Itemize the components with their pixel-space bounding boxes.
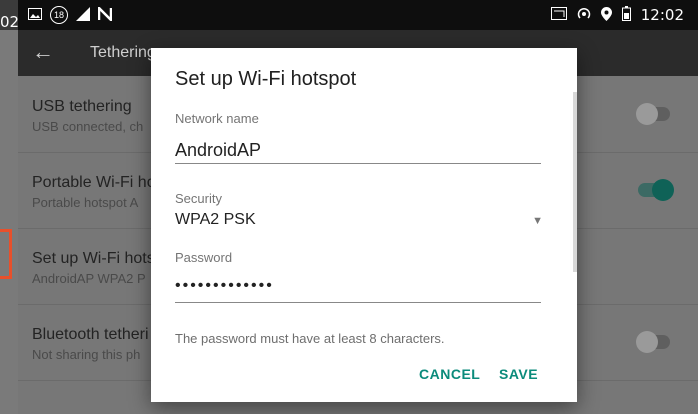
status-bar: 18 12:02 xyxy=(18,0,698,30)
wifi-hotspot-toggle[interactable] xyxy=(638,179,674,201)
previous-clock-fragment: 02 xyxy=(0,13,20,31)
toggle-knob xyxy=(636,103,658,125)
security-select[interactable]: WPA2 PSK xyxy=(175,211,256,229)
android-screen: 18 12:02 ← Tethering USB tethering USB c… xyxy=(18,0,698,414)
dialog-scrollbar[interactable] xyxy=(573,92,577,272)
chevron-down-icon[interactable]: ▼ xyxy=(532,215,543,227)
status-clock: 12:02 xyxy=(640,6,684,24)
cast-icon xyxy=(550,7,567,23)
wifi-hotspot-dialog: Set up Wi-Fi hotspot Network name Androi… xyxy=(151,48,577,402)
list-item-subtitle: USB connected, ch xyxy=(32,119,144,134)
list-item-title: Set up Wi-Fi hots xyxy=(32,250,155,267)
list-item-title: Portable Wi-Fi ho xyxy=(32,174,156,191)
location-icon xyxy=(600,6,612,24)
status-icons-right: 12:02 xyxy=(550,6,684,24)
previous-screen-panel xyxy=(0,30,18,414)
back-arrow-icon[interactable]: ← xyxy=(32,39,54,65)
list-item-title: USB tethering xyxy=(32,98,132,115)
cancel-button[interactable]: CANCEL xyxy=(419,366,480,382)
usb-tethering-toggle[interactable] xyxy=(636,103,670,125)
gallery-icon xyxy=(28,7,42,23)
dialog-title: Set up Wi-Fi hotspot xyxy=(175,68,357,90)
toggle-knob xyxy=(652,179,674,201)
status-icons-left: 18 xyxy=(28,4,113,24)
list-item-subtitle: Not sharing this ph xyxy=(32,347,141,362)
network-name-label: Network name xyxy=(175,111,259,126)
list-item-subtitle: AndroidAP WPA2 P xyxy=(32,271,146,286)
network-name-underline xyxy=(175,163,541,164)
list-item-title: Bluetooth tetheri xyxy=(32,326,149,343)
previous-screen-edge: 02 xyxy=(0,0,20,414)
signal-icon xyxy=(76,6,90,24)
battery-icon xyxy=(621,6,631,24)
toggle-knob xyxy=(636,331,658,353)
nfc-icon xyxy=(97,4,113,24)
password-label: Password xyxy=(175,250,233,265)
password-underline xyxy=(175,302,541,303)
security-label: Security xyxy=(175,191,222,206)
bluetooth-tethering-toggle[interactable] xyxy=(636,331,670,353)
save-button[interactable]: SAVE xyxy=(499,366,538,382)
network-name-input[interactable]: AndroidAP xyxy=(175,140,261,161)
highlight-marker xyxy=(0,229,12,279)
list-item-subtitle: Portable hotspot A xyxy=(32,195,139,210)
page-title: Tethering xyxy=(90,44,156,61)
hotspot-icon xyxy=(577,7,591,24)
password-hint: The password must have at least 8 charac… xyxy=(175,331,445,346)
notification-count-icon: 18 xyxy=(50,6,68,24)
password-input[interactable]: ••••••••••••• xyxy=(175,277,274,295)
